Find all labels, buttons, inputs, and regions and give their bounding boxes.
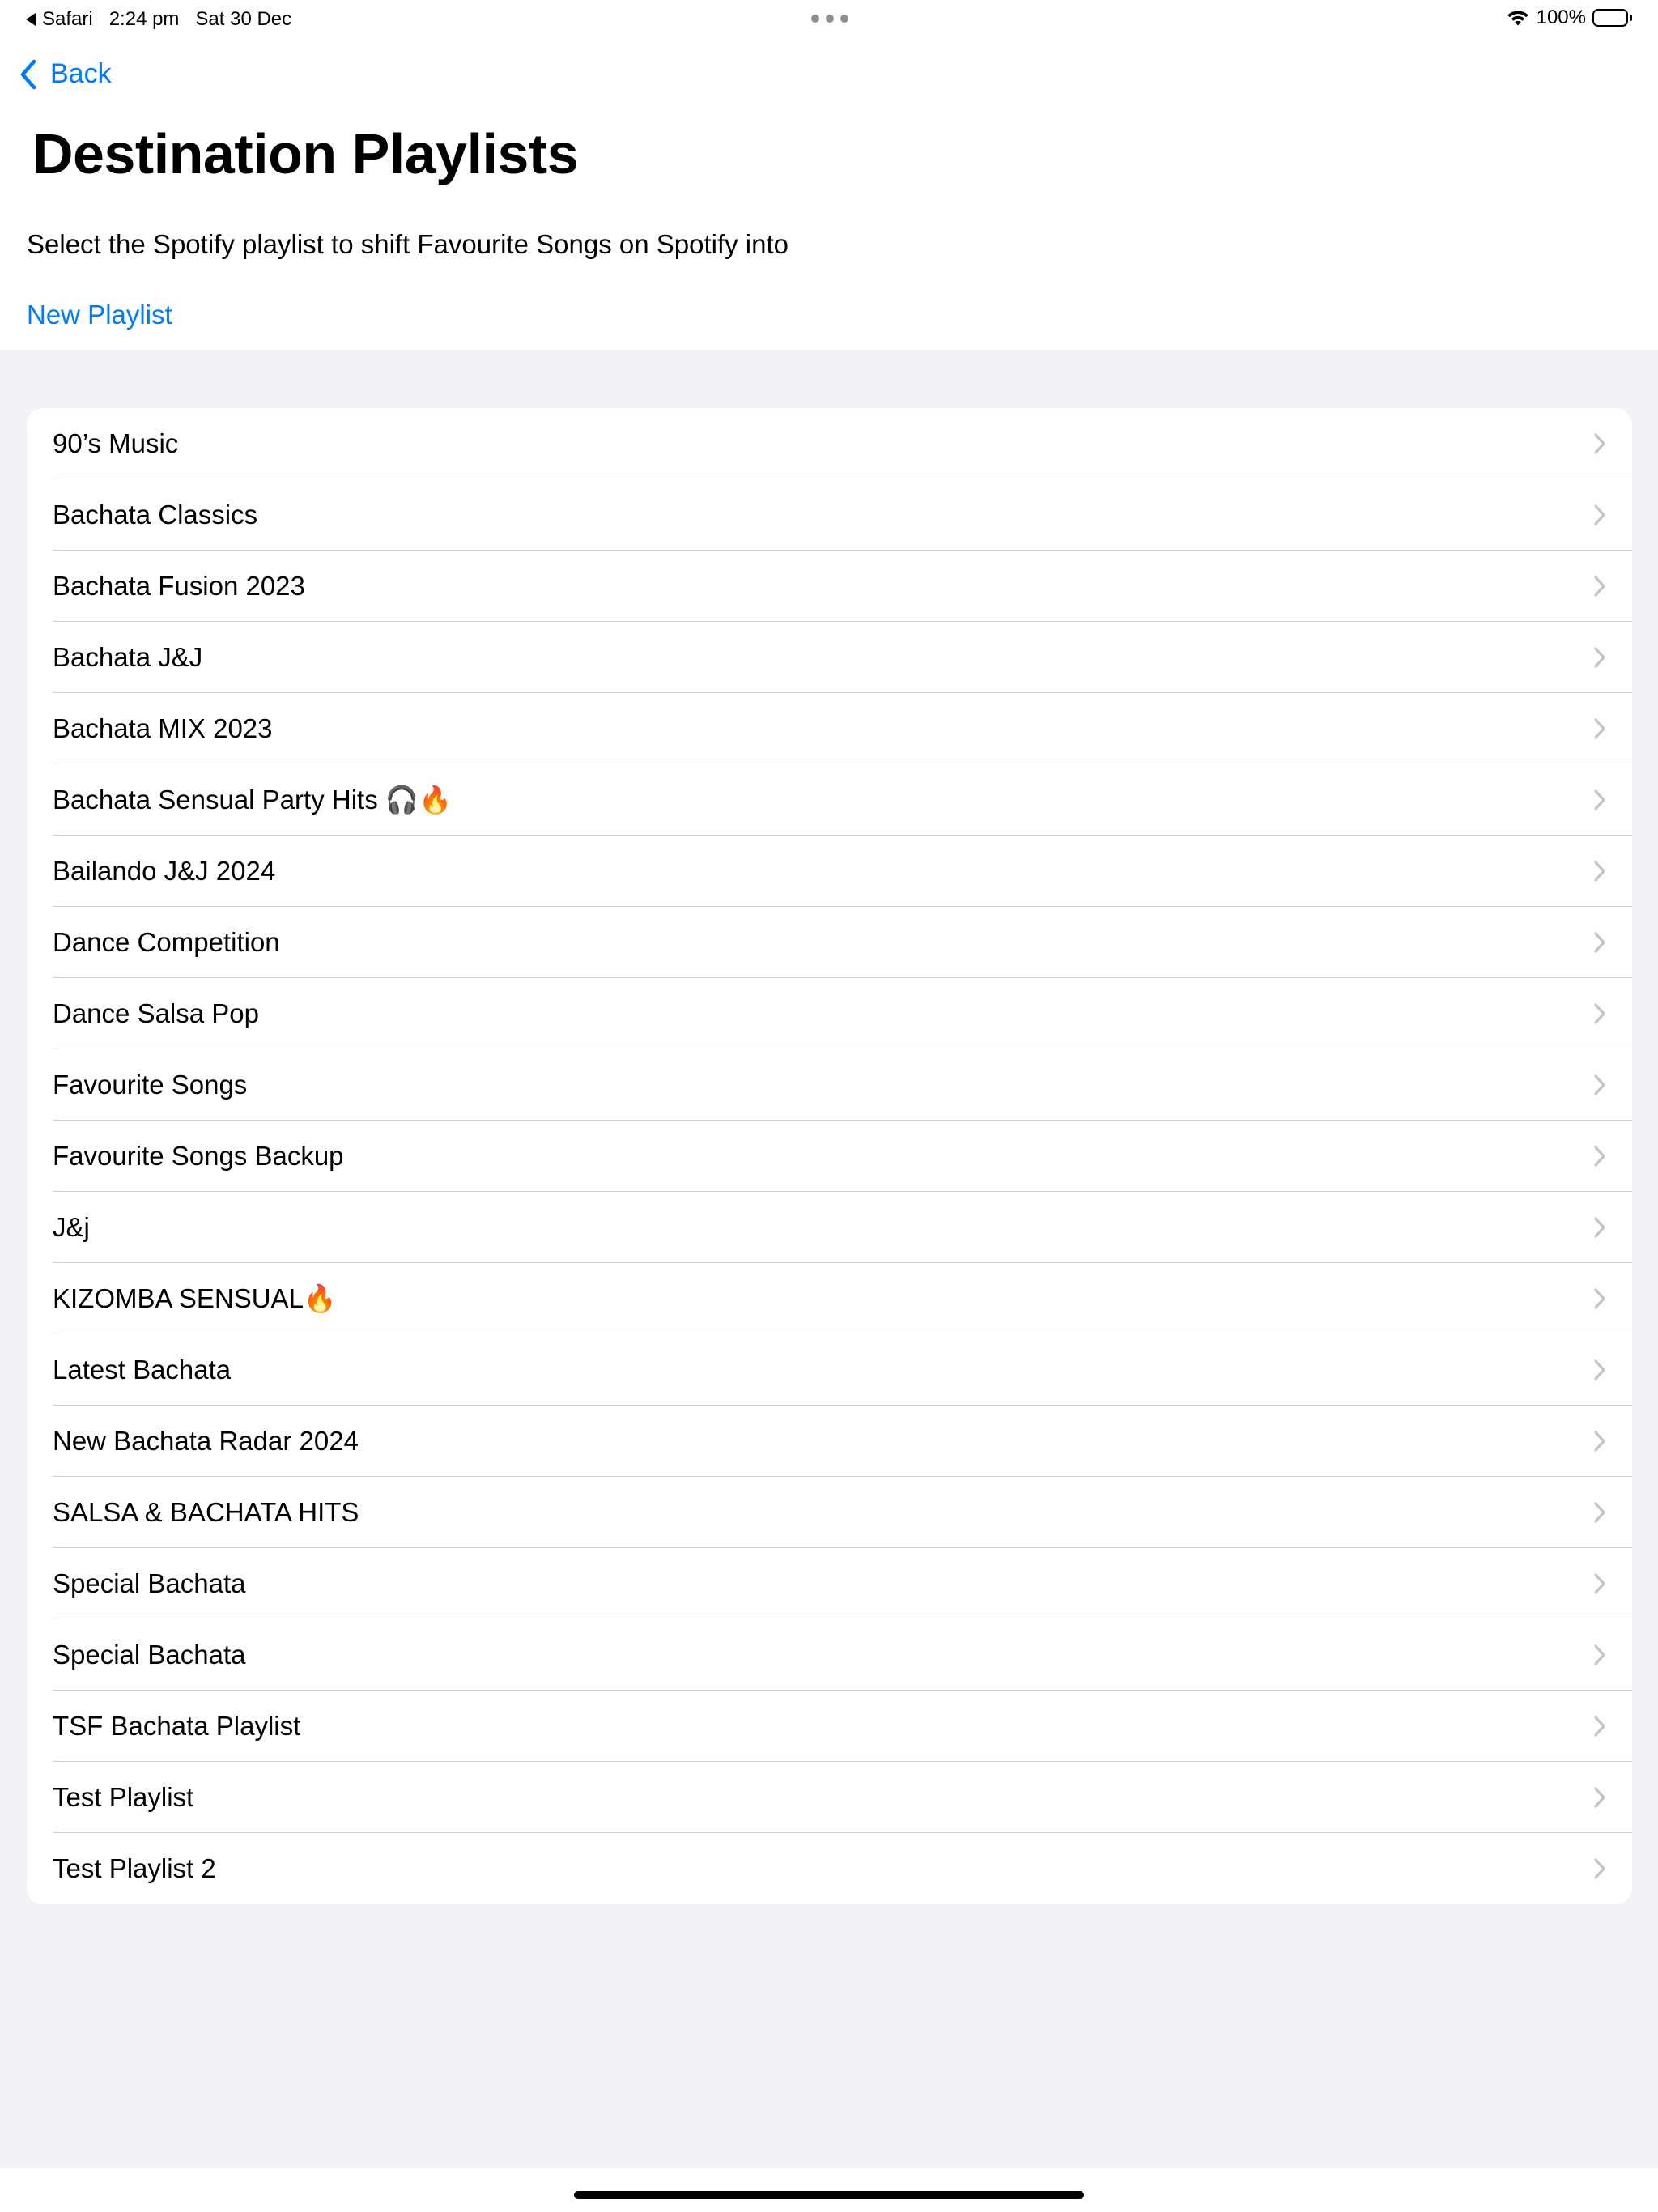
playlist-row[interactable]: KIZOMBA SENSUAL🔥: [27, 1263, 1632, 1334]
playlist-row[interactable]: Special Bachata: [27, 1619, 1632, 1691]
chevron-right-icon: [1593, 717, 1606, 740]
chevron-right-icon: [1593, 1501, 1606, 1524]
playlist-row[interactable]: Bachata J&J: [27, 622, 1632, 693]
status-bar: Safari 2:24 pm Sat 30 Dec 100%: [0, 0, 1658, 39]
chevron-right-icon: [1593, 1216, 1606, 1239]
playlist-row-label: Bachata J&J: [53, 642, 203, 672]
playlist-row[interactable]: Latest Bachata: [27, 1334, 1632, 1406]
playlist-row[interactable]: J&j: [27, 1192, 1632, 1263]
playlist-row-label: Test Playlist: [53, 1782, 194, 1812]
status-date: Sat 30 Dec: [195, 8, 292, 30]
battery-icon: [1592, 9, 1632, 27]
playlist-list: 90’s Music Bachata Classics Bachata Fusi…: [27, 408, 1632, 1904]
playlist-row-label: Bailando J&J 2024: [53, 856, 276, 886]
chevron-right-icon: [1593, 432, 1606, 455]
playlist-row-label: Favourite Songs: [53, 1070, 248, 1100]
playlist-row-label: Bachata Classics: [53, 500, 258, 530]
status-time: 2:24 pm: [108, 8, 180, 30]
playlist-row-label: Dance Competition: [53, 927, 280, 957]
playlist-row[interactable]: Favourite Songs Backup: [27, 1121, 1632, 1192]
multitasking-dots-icon[interactable]: [811, 15, 848, 23]
playlist-row[interactable]: Favourite Songs: [27, 1049, 1632, 1121]
playlist-row-label: Bachata MIX 2023: [53, 713, 273, 743]
playlist-row-label: Latest Bachata: [53, 1355, 232, 1385]
playlist-row[interactable]: Bachata MIX 2023: [27, 693, 1632, 764]
playlist-row[interactable]: Bachata Sensual Party Hits 🎧🔥: [27, 764, 1632, 836]
wifi-icon: [1506, 9, 1530, 27]
chevron-right-icon: [1593, 1287, 1606, 1310]
playlist-row-label: SALSA & BACHATA HITS: [53, 1497, 359, 1527]
battery-percent: 100%: [1536, 6, 1586, 28]
playlist-row-label: 90’s Music: [53, 428, 179, 458]
playlist-row-label: Bachata Sensual Party Hits 🎧🔥: [53, 784, 453, 815]
chevron-right-icon: [1593, 931, 1606, 954]
back-to-app[interactable]: Safari: [26, 8, 93, 31]
status-left: Safari 2:24 pm Sat 30 Dec: [26, 8, 291, 31]
playlist-row[interactable]: 90’s Music: [27, 408, 1632, 479]
chevron-right-icon: [1593, 1145, 1606, 1168]
chevron-right-icon: [1593, 1715, 1606, 1738]
bottom-bar: [0, 2168, 1658, 2212]
playlist-row-label: Dance Salsa Pop: [53, 998, 259, 1028]
playlist-row[interactable]: Dance Competition: [27, 907, 1632, 978]
page-title: Destination Playlists: [32, 122, 579, 185]
status-right: 100%: [1506, 6, 1632, 29]
chevron-right-icon: [1593, 646, 1606, 669]
playlist-row-label: Test Playlist 2: [53, 1853, 216, 1883]
chevron-right-icon: [1593, 1644, 1606, 1666]
home-indicator[interactable]: [574, 2191, 1084, 2199]
playlist-row[interactable]: Test Playlist: [27, 1762, 1632, 1833]
page-subtitle: Select the Spotify playlist to shift Fav…: [27, 229, 789, 259]
playlist-row[interactable]: SALSA & BACHATA HITS: [27, 1477, 1632, 1548]
chevron-right-icon: [1593, 1430, 1606, 1453]
back-app-label: Safari: [42, 8, 93, 30]
chevron-right-icon: [1593, 575, 1606, 598]
chevron-right-icon: [1593, 789, 1606, 811]
chevron-right-icon: [1593, 1359, 1606, 1381]
playlist-row[interactable]: Bailando J&J 2024: [27, 836, 1632, 907]
playlist-row-label: Special Bachata: [53, 1568, 246, 1598]
chevron-right-icon: [1593, 860, 1606, 883]
playlist-row-label: Favourite Songs Backup: [53, 1141, 344, 1171]
playlist-row-label: Bachata Fusion 2023: [53, 571, 305, 601]
playlist-row[interactable]: Special Bachata: [27, 1548, 1632, 1619]
playlist-row-label: New Bachata Radar 2024: [53, 1426, 359, 1456]
playlist-row-label: Special Bachata: [53, 1640, 246, 1670]
chevron-right-icon: [1593, 1857, 1606, 1880]
header-area: Safari 2:24 pm Sat 30 Dec 100% Back Dest…: [0, 0, 1658, 350]
playlist-row-label: J&j: [53, 1212, 90, 1242]
playlist-row[interactable]: New Bachata Radar 2024: [27, 1406, 1632, 1477]
chevron-right-icon: [1593, 1786, 1606, 1809]
chevron-right-icon: [1593, 1074, 1606, 1096]
chevron-left-icon: [20, 59, 36, 89]
playlist-row[interactable]: Dance Salsa Pop: [27, 978, 1632, 1049]
chevron-right-icon: [1593, 504, 1606, 526]
playlist-row[interactable]: TSF Bachata Playlist: [27, 1691, 1632, 1762]
back-triangle-icon: [26, 13, 36, 26]
new-playlist-button[interactable]: New Playlist: [27, 300, 172, 330]
playlist-row-label: TSF Bachata Playlist: [53, 1711, 301, 1741]
chevron-right-icon: [1593, 1002, 1606, 1025]
playlist-row[interactable]: Test Playlist 2: [27, 1833, 1632, 1904]
playlist-row-label: KIZOMBA SENSUAL🔥: [53, 1283, 338, 1313]
chevron-right-icon: [1593, 1572, 1606, 1595]
back-button-label: Back: [50, 58, 112, 89]
playlist-row[interactable]: Bachata Fusion 2023: [27, 551, 1632, 622]
playlist-row[interactable]: Bachata Classics: [27, 479, 1632, 551]
back-button[interactable]: Back: [19, 58, 112, 90]
